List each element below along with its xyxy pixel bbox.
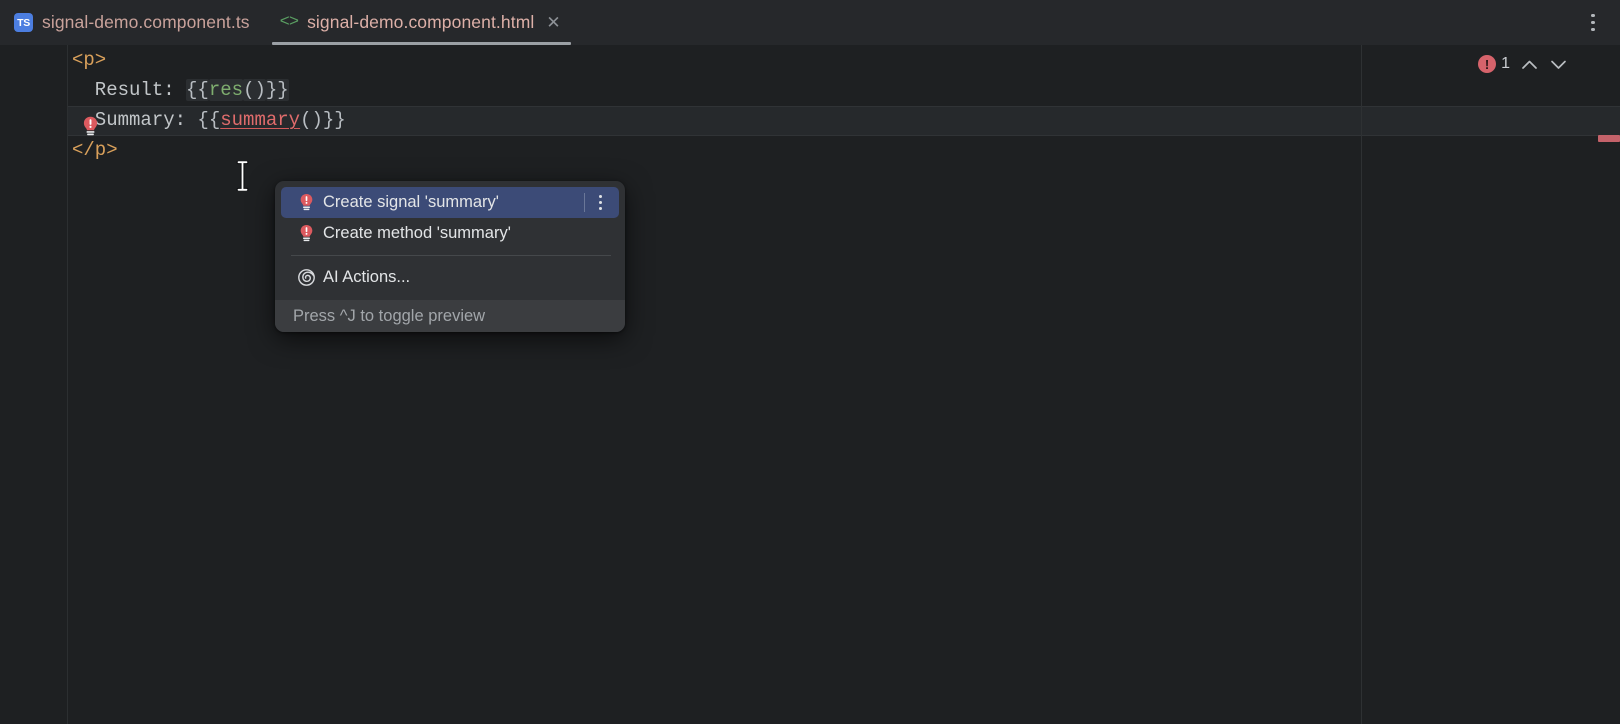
more-options-icon[interactable] [1580,0,1606,45]
code-editor[interactable]: <p> Result: {{res()}} Summary: {{summary… [0,45,1620,724]
html-file-icon: <> [280,14,298,31]
menu-divider [291,255,611,256]
typescript-file-icon: TS [14,13,33,32]
ide-window: TS signal-demo.component.ts <> signal-de… [0,0,1620,724]
tab-label: signal-demo.component.html [307,12,534,33]
code-token: Result: [72,79,186,101]
error-stripe-marker[interactable] [1598,135,1620,142]
mouse-text-cursor [236,161,249,191]
submenu-kebab-icon[interactable] [591,195,609,210]
popup-hint-footer: Press ^J to toggle preview [275,300,625,332]
code-token: }} [266,79,289,101]
error-lightbulb-icon [295,224,317,243]
code-line[interactable]: Result: {{res()}} [68,75,1620,105]
menu-item-label: Create signal 'summary' [323,193,584,212]
menu-item-label: Create method 'summary' [323,224,609,243]
code-token: {{ [197,109,220,131]
quick-fix-popup: Create signal 'summary' [275,181,625,332]
menu-item-create-signal[interactable]: Create signal 'summary' [281,187,619,218]
code-token: {{ [186,79,209,101]
code-token: () [300,109,323,131]
error-count: 1 [1501,55,1510,73]
editor-gutter[interactable] [0,45,68,724]
editor-tab-bar: TS signal-demo.component.ts <> signal-de… [0,0,1620,45]
popup-hint-text: Press ^J to toggle preview [293,307,485,326]
code-line[interactable]: Summary: {{summary()}} [68,105,1620,135]
kebab-dot [599,195,602,198]
code-token: res [209,79,243,101]
menu-item-create-method[interactable]: Create method 'summary' [281,218,619,249]
ai-swirl-icon [295,268,317,287]
chevron-up-icon[interactable] [1519,54,1539,74]
code-token: () [243,79,266,101]
error-icon: ! [1478,55,1496,73]
kebab-dot [1591,28,1595,32]
code-line[interactable]: <p> [68,45,1620,75]
tab-signal-demo-component-ts[interactable]: TS signal-demo.component.ts [0,0,266,45]
tab-signal-demo-component-html[interactable]: <> signal-demo.component.html ✕ [266,0,577,45]
close-icon[interactable]: ✕ [546,14,560,31]
code-token: summary [220,109,300,131]
kebab-dot [1591,21,1595,25]
code-content[interactable]: <p> Result: {{res()}} Summary: {{summary… [68,45,1620,165]
tab-label: signal-demo.component.ts [42,12,250,33]
code-token: }} [323,109,346,131]
menu-item-ai-actions[interactable]: AI Actions... [281,262,619,293]
kebab-dot [1591,14,1595,18]
quick-fix-lightbulb-icon[interactable] [82,116,99,142]
error-lightbulb-icon [295,193,317,212]
menu-item-separator [584,193,585,212]
code-line[interactable]: </p> [68,135,1620,165]
error-count-badge[interactable]: ! 1 [1478,55,1510,73]
kebab-dot [599,201,602,204]
chevron-down-icon[interactable] [1548,54,1568,74]
kebab-dot [599,207,602,210]
code-token: </p> [72,139,118,161]
menu-item-label: AI Actions... [323,268,609,287]
inspection-widget: ! 1 [1478,51,1568,77]
code-token: <p> [72,49,106,71]
